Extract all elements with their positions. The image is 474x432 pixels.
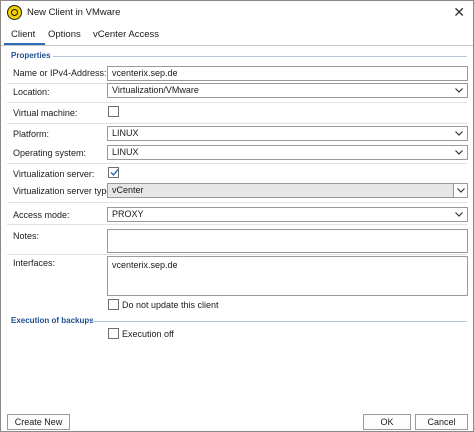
dialog-window: New Client in VMware ✕ Client Options vC… [0, 0, 474, 432]
virt-server-type-value: vCenter [112, 185, 144, 195]
tab-vcenter-access[interactable]: vCenter Access [93, 29, 159, 40]
tab-options[interactable]: Options [48, 29, 81, 40]
chevron-down-icon [455, 150, 463, 155]
check-icon [110, 169, 119, 177]
platform-label: Platform: [13, 129, 50, 139]
virtual-machine-label: Virtual machine: [13, 108, 78, 118]
dropdown-button[interactable] [453, 184, 467, 197]
os-value: LINUX [112, 147, 139, 157]
title-bar: New Client in VMware ✕ [1, 1, 473, 25]
row-divider [7, 163, 467, 164]
row-divider [7, 224, 467, 225]
close-icon[interactable]: ✕ [453, 4, 465, 20]
platform-select[interactable]: LINUX [107, 126, 468, 141]
notes-textarea[interactable] [107, 229, 468, 253]
name-label: Name or IPv4-Address: [13, 68, 107, 78]
platform-value: LINUX [112, 128, 139, 138]
tab-bar: Client Options vCenter Access [1, 25, 473, 46]
sep-logo-icon [7, 5, 22, 20]
access-mode-select[interactable]: PROXY [107, 207, 468, 222]
chevron-down-icon [457, 188, 465, 193]
execution-off-checkbox[interactable] [108, 328, 119, 339]
row-divider [7, 123, 467, 124]
virt-server-label: Virtualization server: [13, 169, 95, 179]
access-mode-value: PROXY [112, 209, 144, 219]
do-not-update-checkbox[interactable] [108, 299, 119, 310]
os-select[interactable]: LINUX [107, 145, 468, 160]
notes-label: Notes: [13, 231, 40, 241]
execution-off-label: Execution off [122, 329, 174, 339]
window-title: New Client in VMware [27, 7, 121, 18]
location-value: Virtualization/VMware [112, 85, 199, 95]
interfaces-textarea[interactable]: vcenterix.sep.de [107, 256, 468, 296]
virt-server-type-select[interactable]: vCenter [107, 183, 468, 198]
location-label: Location: [13, 87, 50, 97]
interfaces-label: Interfaces: [13, 258, 56, 268]
do-not-update-label: Do not update this client [122, 300, 219, 310]
section-title-properties: Properties [11, 51, 51, 60]
cancel-button[interactable]: Cancel [415, 414, 468, 430]
name-input[interactable]: vcenterix.sep.de [107, 66, 468, 81]
tab-client[interactable]: Client [11, 29, 35, 40]
section-divider [86, 321, 467, 322]
row-divider [7, 254, 467, 255]
chevron-down-icon [455, 212, 463, 217]
active-tab-indicator [4, 43, 45, 45]
ok-button[interactable]: OK [363, 414, 411, 430]
virt-server-type-label: Virtualization server type: [13, 186, 114, 196]
location-select[interactable]: Virtualization/VMware [107, 83, 468, 98]
section-title-execution: Execution of backups [11, 316, 94, 325]
section-divider [53, 56, 467, 57]
row-divider [7, 102, 467, 103]
row-divider [7, 202, 467, 203]
chevron-down-icon [455, 131, 463, 136]
create-new-button[interactable]: Create New [7, 414, 70, 430]
chevron-down-icon [455, 88, 463, 93]
virtual-machine-checkbox[interactable] [108, 106, 119, 117]
virt-server-checkbox[interactable] [108, 167, 119, 178]
access-mode-label: Access mode: [13, 210, 70, 220]
os-label: Operating system: [13, 148, 87, 158]
